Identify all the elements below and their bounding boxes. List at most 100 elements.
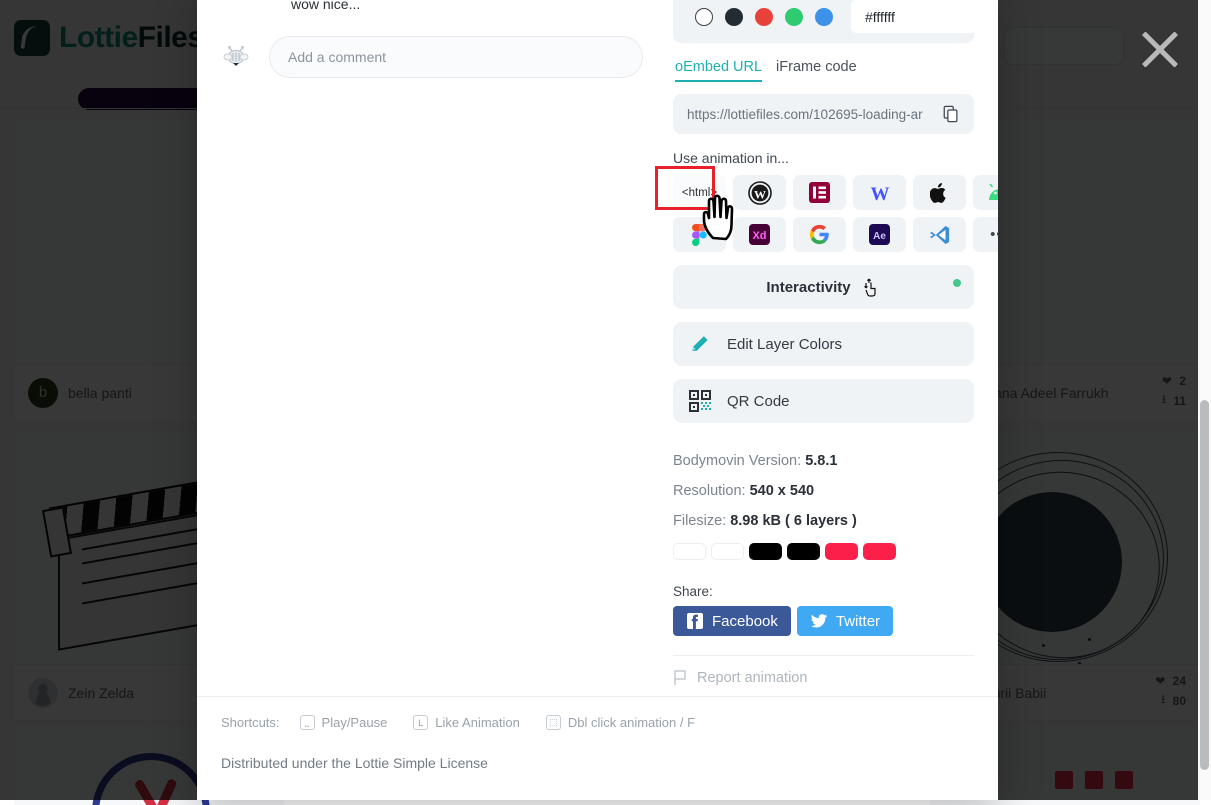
share-twitter-button[interactable]: Twitter (797, 606, 893, 636)
close-modal-icon[interactable] (1134, 24, 1184, 74)
vscode-icon (928, 224, 951, 246)
modal-footer: Shortcuts: ⎵ Play/Pause L Like Animation… (197, 696, 998, 800)
bodymovin-version-line: Bodymovin Version: 5.8.1 (673, 453, 974, 469)
color-swatch-dark[interactable] (725, 8, 743, 26)
use-in-apple-ios[interactable] (913, 175, 966, 210)
use-in-google[interactable] (793, 217, 846, 252)
interactivity-label: Interactivity (766, 279, 850, 296)
color-swatch-green[interactable] (785, 8, 803, 26)
use-in-more[interactable]: ••• (973, 217, 998, 252)
use-in-android[interactable] (973, 175, 998, 210)
report-animation-link[interactable]: Report animation (673, 670, 974, 686)
shortcut-key-space: ⎵ (300, 715, 315, 730)
embed-url-box[interactable]: https://lottiefiles.com/102695-loading-a… (673, 94, 974, 134)
background-color-picker (673, 0, 974, 43)
bodymovin-value: 5.8.1 (805, 453, 837, 469)
layer-swatch[interactable] (787, 543, 820, 560)
svg-text:W: W (754, 187, 766, 201)
existing-comment-text: wow nice... (291, 0, 643, 12)
shortcut-key-l: L (413, 715, 428, 730)
android-icon (987, 184, 999, 201)
shortcut-key-f: ⬚ (546, 715, 561, 730)
use-in-webflow[interactable]: W (853, 175, 906, 210)
shortcuts-label: Shortcuts: (221, 715, 280, 730)
share-label: Share: (673, 584, 974, 599)
svg-text:Xd: Xd (752, 230, 766, 242)
edit-layer-colors-label: Edit Layer Colors (727, 336, 842, 353)
interactivity-hand-icon (861, 276, 881, 298)
edit-layer-colors-button[interactable]: Edit Layer Colors (673, 322, 974, 366)
use-in-wordpress[interactable]: W (733, 175, 786, 210)
share-buttons: Facebook Twitter (673, 606, 974, 636)
svg-text:Ae: Ae (873, 231, 886, 242)
layer-swatch[interactable] (673, 543, 706, 560)
qr-code-button[interactable]: QR Code (673, 379, 974, 423)
bee-avatar-icon (221, 42, 251, 72)
adobe-xd-icon: Xd (749, 224, 770, 245)
use-animation-grid: <html> W (673, 175, 974, 252)
apple-icon (930, 182, 949, 204)
color-swatch-white[interactable] (695, 8, 713, 26)
qr-code-icon (689, 390, 711, 412)
shortcut-like-animation: L Like Animation (413, 715, 520, 730)
color-swatch-red[interactable] (755, 8, 773, 26)
use-in-elementor[interactable] (793, 175, 846, 210)
shortcut-label-play-pause: Play/Pause (322, 715, 388, 730)
wordpress-icon: W (748, 181, 772, 205)
bodymovin-label: Bodymovin Version: (673, 453, 801, 469)
current-user-avatar (219, 40, 253, 74)
color-swatch-blue[interactable] (815, 8, 833, 26)
filesize-line: Filesize: 8.98 kB ( 6 layers ) (673, 513, 974, 529)
layer-swatch[interactable] (825, 543, 858, 560)
animation-detail-modal: wow nice... (197, 0, 998, 800)
license-text: Distributed under the Lottie Simple Lice… (221, 755, 974, 771)
comments-column: wow nice... (197, 0, 665, 696)
report-animation-label: Report animation (697, 670, 807, 686)
use-in-adobe-xd[interactable]: Xd (733, 217, 786, 252)
resolution-label: Resolution: (673, 483, 746, 499)
animation-metadata: Bodymovin Version: 5.8.1 Resolution: 540… (673, 453, 974, 560)
report-divider (673, 655, 974, 656)
embed-tabs: oEmbed URL iFrame code (673, 59, 974, 82)
after-effects-icon: Ae (869, 224, 890, 245)
layer-swatch[interactable] (711, 543, 744, 560)
use-in-html-embed[interactable]: <html> (673, 175, 726, 210)
html-embed-label: <html> (682, 187, 717, 199)
layer-color-swatches (673, 543, 974, 560)
add-comment-input[interactable] (269, 36, 643, 78)
use-in-after-effects[interactable]: Ae (853, 217, 906, 252)
twitter-label: Twitter (836, 613, 880, 630)
resolution-value: 540 x 540 (750, 483, 815, 499)
google-icon (809, 224, 830, 245)
interactivity-button[interactable]: Interactivity (673, 265, 974, 309)
use-in-figma[interactable] (673, 217, 726, 252)
shortcuts-bar: Shortcuts: ⎵ Play/Pause L Like Animation… (221, 715, 974, 730)
add-comment-row (219, 36, 643, 78)
shortcut-play-pause: ⎵ Play/Pause (300, 715, 388, 730)
resolution-line: Resolution: 540 x 540 (673, 483, 974, 499)
use-in-vs-code[interactable] (913, 217, 966, 252)
filesize-label: Filesize: (673, 513, 726, 529)
tab-oembed-url[interactable]: oEmbed URL (675, 59, 762, 82)
flag-icon (673, 670, 688, 686)
modal-body: wow nice... (197, 0, 998, 696)
details-column: oEmbed URL iFrame code https://lottiefil… (665, 0, 998, 696)
hex-color-input[interactable] (851, 0, 998, 33)
copy-icon[interactable] (942, 105, 960, 123)
facebook-icon (686, 612, 704, 630)
filesize-value: 8.98 kB ( 6 layers ) (730, 513, 857, 529)
figma-icon (692, 224, 707, 246)
share-facebook-button[interactable]: Facebook (673, 606, 791, 636)
tab-iframe-code[interactable]: iFrame code (776, 59, 857, 82)
facebook-label: Facebook (712, 613, 778, 630)
embed-url-text: https://lottiefiles.com/102695-loading-a… (687, 107, 934, 122)
page-scrollbar-thumb[interactable] (1200, 400, 1209, 770)
interactivity-status-dot (953, 279, 961, 287)
layer-swatch[interactable] (863, 543, 896, 560)
shortcut-label-dblclick: Dbl click animation / F (568, 715, 695, 730)
elementor-icon (809, 182, 830, 203)
layer-swatch[interactable] (749, 543, 782, 560)
qr-code-label: QR Code (727, 393, 790, 410)
twitter-icon (810, 612, 828, 630)
use-animation-label: Use animation in... (673, 150, 974, 166)
